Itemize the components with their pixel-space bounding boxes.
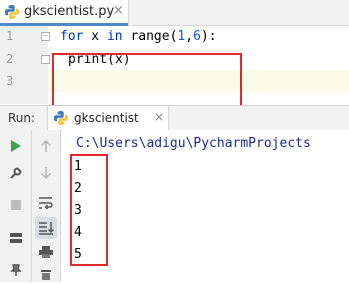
- code-token: ,: [185, 29, 194, 44]
- line-number: 3: [6, 74, 14, 88]
- run-toolbar-header: Run: gkscientist ×: [0, 105, 349, 131]
- restore-layout-button[interactable]: [6, 228, 26, 248]
- editor-tab-label: gkscientist.py: [24, 4, 115, 19]
- python-run-icon: [54, 111, 68, 125]
- editor-tab-bar: gkscientist.py ×: [0, 0, 349, 26]
- rerun-button[interactable]: [6, 136, 26, 156]
- keyword-for: for: [60, 29, 84, 44]
- close-icon[interactable]: ×: [154, 110, 164, 124]
- pin-icon: [10, 264, 22, 276]
- line-number: 1: [6, 29, 14, 43]
- play-icon: [11, 140, 21, 152]
- run-label: Run:: [8, 111, 36, 125]
- scroll-to-end-icon: [39, 222, 54, 235]
- code-token: range(: [122, 29, 178, 44]
- pin-tab-button[interactable]: [6, 260, 26, 280]
- stop-button[interactable]: [6, 195, 26, 215]
- edit-configuration-button[interactable]: [6, 163, 26, 183]
- arrow-down-icon: [40, 167, 52, 180]
- console-command-line: C:\Users\adigu\PycharmProjects: [76, 136, 311, 151]
- number-literal: 6: [193, 29, 201, 44]
- soft-wrap-icon: [39, 197, 53, 210]
- console-side-toolbar: [32, 130, 61, 282]
- run-tab-gkscientist[interactable]: gkscientist ×: [47, 106, 169, 130]
- trash-icon: [41, 270, 51, 280]
- editor-tab-gkscientist[interactable]: gkscientist.py ×: [0, 0, 129, 26]
- line-number-gutter: 1 2 3 −: [0, 26, 50, 104]
- keyword-in: in: [106, 29, 123, 44]
- wrench-icon: [10, 167, 22, 179]
- output-highlight-box: [70, 154, 108, 266]
- code-token: ):: [200, 29, 217, 44]
- fold-collapse-icon[interactable]: −: [41, 32, 50, 41]
- close-icon[interactable]: ×: [113, 3, 124, 18]
- printer-icon: [39, 246, 53, 258]
- code-editor[interactable]: 1 2 3 − for x in range(1,6): print(x): [0, 26, 349, 117]
- code-token: x: [83, 29, 107, 44]
- scroll-to-end-button[interactable]: [35, 217, 57, 239]
- python-file-icon: [5, 5, 19, 19]
- layout-icon: [10, 233, 22, 243]
- scroll-down-button[interactable]: [36, 163, 56, 183]
- code-line-1: for x in range(1,6):: [60, 29, 217, 44]
- stop-icon: [11, 200, 21, 210]
- scroll-up-button[interactable]: [36, 136, 56, 156]
- run-side-toolbar: [0, 130, 32, 282]
- fold-end-icon[interactable]: [41, 55, 50, 64]
- console-output[interactable]: C:\Users\adigu\PycharmProjects 1 2 3 4 5: [62, 130, 349, 282]
- arrow-up-icon: [40, 139, 52, 152]
- print-button[interactable]: [36, 242, 56, 262]
- line-number: 2: [6, 52, 14, 66]
- soft-wrap-button[interactable]: [36, 193, 56, 213]
- clear-all-button[interactable]: [36, 264, 56, 284]
- run-tab-label: gkscientist: [74, 111, 139, 125]
